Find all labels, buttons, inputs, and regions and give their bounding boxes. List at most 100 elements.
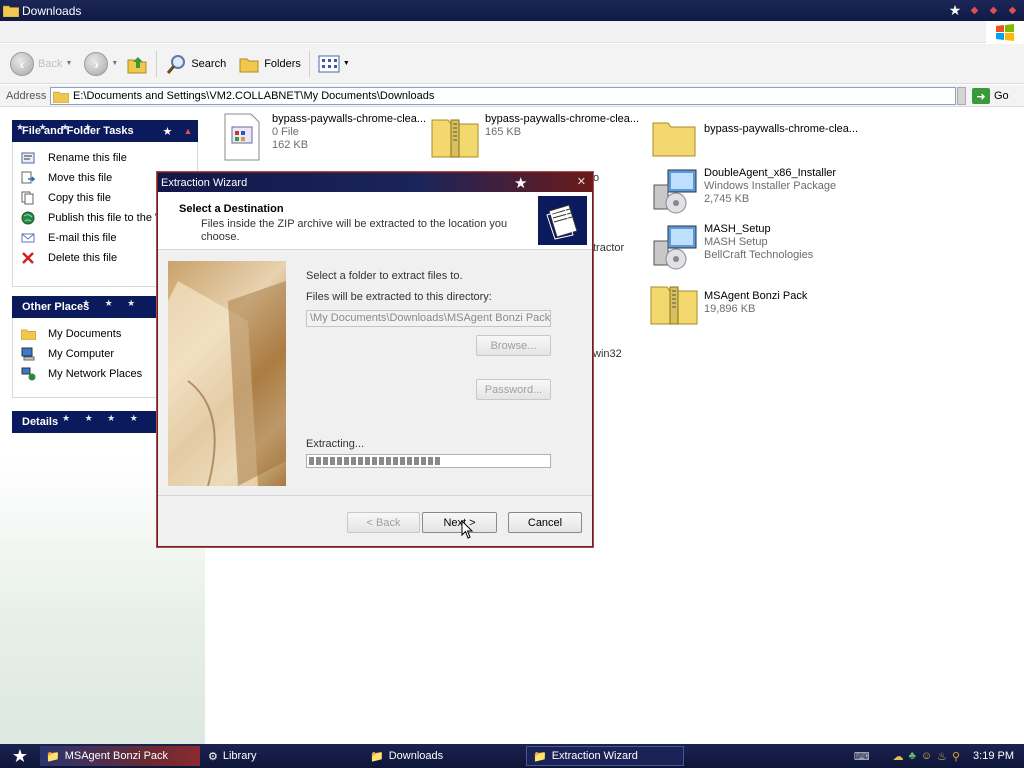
taskbar-item-bonzi-pack[interactable]: 📁 MSAgent Bonzi Pack (40, 746, 200, 766)
progress-block (379, 457, 384, 465)
star-icon: ★ (162, 125, 173, 138)
panel-header[interactable]: ★ ★ ★ ★ Details (12, 411, 157, 433)
panel-title: Other Places (22, 301, 90, 313)
obscured-file-text: win32 (593, 348, 622, 360)
folders-button[interactable]: Folders (234, 49, 305, 79)
keyboard-icon[interactable]: ⌨ (854, 750, 870, 763)
task-label: Copy this file (48, 192, 111, 204)
panel-header[interactable]: ★ ★ ★ Other Places (12, 296, 157, 318)
search-button[interactable]: Search (161, 49, 230, 79)
clock[interactable]: 3:19 PM (973, 750, 1014, 762)
password-button[interactable]: Password... (476, 379, 551, 400)
close-button[interactable]: ✕ (577, 175, 586, 188)
browse-button[interactable]: Browse... (476, 335, 551, 356)
computer-icon (20, 346, 36, 362)
progress-block (323, 457, 328, 465)
tray-agent-icon[interactable]: ♨ (937, 750, 947, 763)
back-button[interactable]: ‹ Back ▼ (6, 49, 76, 79)
file-name: bypass-paywalls-chrome-clea... (485, 113, 640, 125)
panel-header[interactable]: ★ ★ ★ ★ File and Folder Tasks (12, 120, 157, 142)
panel-title: File and Folder Tasks (22, 125, 134, 137)
tray-network-icon[interactable]: ♣ (909, 750, 916, 762)
wizard-illustration (168, 261, 286, 486)
taskbar-item-extraction-wizard[interactable]: 📁 Extraction Wizard (526, 746, 684, 766)
star-icon: ★ (11, 745, 29, 766)
destination-path-input[interactable]: \My Documents\Downloads\MSAgent Bonzi Pa… (306, 310, 551, 327)
obscured-file-text: tractor (593, 242, 625, 254)
task-label: Delete this file (48, 252, 118, 264)
stars-decoration: ★ ★ ★ (82, 298, 142, 308)
progress-block (344, 457, 349, 465)
file-description: MASH Setup (704, 236, 768, 248)
directory-label: Files will be extracted to this director… (306, 291, 492, 303)
file-company: BellCraft Technologies (704, 249, 814, 261)
system-tray: ⌨ ☁ ♣ ☺ ♨ ⚲ 3:19 PM (844, 744, 1024, 768)
progress-block (386, 457, 391, 465)
progress-block (330, 457, 335, 465)
file-size: 162 KB (272, 139, 309, 151)
taskbar-item-library[interactable]: ⚙ Library (202, 746, 362, 766)
installer-icon (650, 167, 698, 215)
minimize-button[interactable]: ◆ (967, 3, 982, 18)
progress-block (358, 457, 363, 465)
collapse-button[interactable]: ★ ▲ (157, 120, 198, 142)
extraction-wizard-dialog: Extraction Wizard ★ ✕ Select a Destinati… (157, 172, 593, 547)
tray-genie-icon[interactable]: ☁ (893, 750, 904, 763)
details-panel: ★ ★ ★ ★ Details (0, 411, 198, 433)
file-item[interactable]: bypass-paywalls-chrome-clea... 0 File 16… (218, 113, 426, 161)
divider (158, 495, 592, 496)
file-item[interactable]: MASH_Setup MASH Setup BellCraft Technolo… (650, 223, 813, 271)
go-button[interactable]: ➜ Go (972, 87, 1009, 105)
up-folder-button[interactable] (122, 49, 152, 79)
file-type: 0 File (272, 126, 299, 138)
next-button[interactable]: Next > (422, 512, 497, 533)
toolbar-separator (156, 50, 158, 77)
chevron-down-icon: ▼ (65, 60, 73, 67)
dialog-title: Extraction Wizard (161, 176, 248, 189)
taskbar-item-downloads[interactable]: 📁 Downloads (364, 746, 524, 766)
back-label: Back (38, 57, 63, 70)
file-name: MASH_Setup (704, 223, 771, 235)
tray-search-icon[interactable]: ⚲ (952, 750, 960, 763)
forward-button[interactable]: › ▼ (80, 49, 122, 79)
tray-smiley-icon[interactable]: ☺ (921, 750, 932, 762)
extracting-label: Extracting... (306, 438, 365, 450)
close-button[interactable]: ◆ (1005, 3, 1020, 18)
delete-icon (20, 250, 36, 266)
file-item[interactable]: MSAgent Bonzi Pack 19,896 KB (650, 280, 807, 328)
dialog-heading: Select a Destination (179, 203, 284, 215)
progress-block (407, 457, 412, 465)
mouse-cursor-icon (461, 520, 474, 539)
dialog-subheading: Files inside the ZIP archive will be ext… (201, 218, 508, 243)
folder-icon: 📁 (533, 750, 547, 763)
file-name: DoubleAgent_x86_Installer (704, 167, 837, 179)
task-label: E-mail this file (48, 232, 117, 244)
file-folder-tasks-panel: ★ ★ ★ ★ File and Folder Tasks ★ ▲ Rename… (0, 120, 198, 287)
file-item[interactable]: DoubleAgent_x86_Installer Windows Instal… (650, 167, 836, 215)
file-item[interactable]: bypass-paywalls-chrome-clea... (650, 113, 858, 161)
taskbar-label: Downloads (388, 750, 444, 762)
folder-icon (53, 91, 69, 103)
folder-icon: 📁 (46, 750, 60, 763)
publish-icon (20, 210, 36, 226)
file-name: MSAgent Bonzi Pack (704, 290, 808, 302)
file-item[interactable]: bypass-paywalls-chrome-clea... 165 KB (431, 113, 639, 161)
back-button[interactable]: < Back (347, 512, 420, 533)
chevron-down-icon: ▼ (342, 60, 350, 67)
start-button[interactable]: ★ (0, 744, 40, 768)
zip-folder-icon (650, 280, 698, 328)
windows-logo-icon (986, 21, 1024, 45)
address-input[interactable]: E:\Documents and Settings\VM2.COLLABNET\… (50, 87, 956, 105)
copy-icon (20, 190, 36, 206)
network-icon (20, 366, 36, 382)
views-button[interactable]: ▼ (314, 49, 354, 79)
task-rename[interactable]: Rename this file (13, 148, 197, 168)
progress-block (309, 457, 314, 465)
address-dropdown-button[interactable] (957, 87, 966, 105)
zip-wizard-icon (538, 196, 587, 245)
rename-icon (20, 150, 36, 166)
maximize-button[interactable]: ◆ (986, 3, 1001, 18)
progress-block (400, 457, 405, 465)
folders-icon (239, 58, 259, 72)
cancel-button[interactable]: Cancel (508, 512, 582, 533)
